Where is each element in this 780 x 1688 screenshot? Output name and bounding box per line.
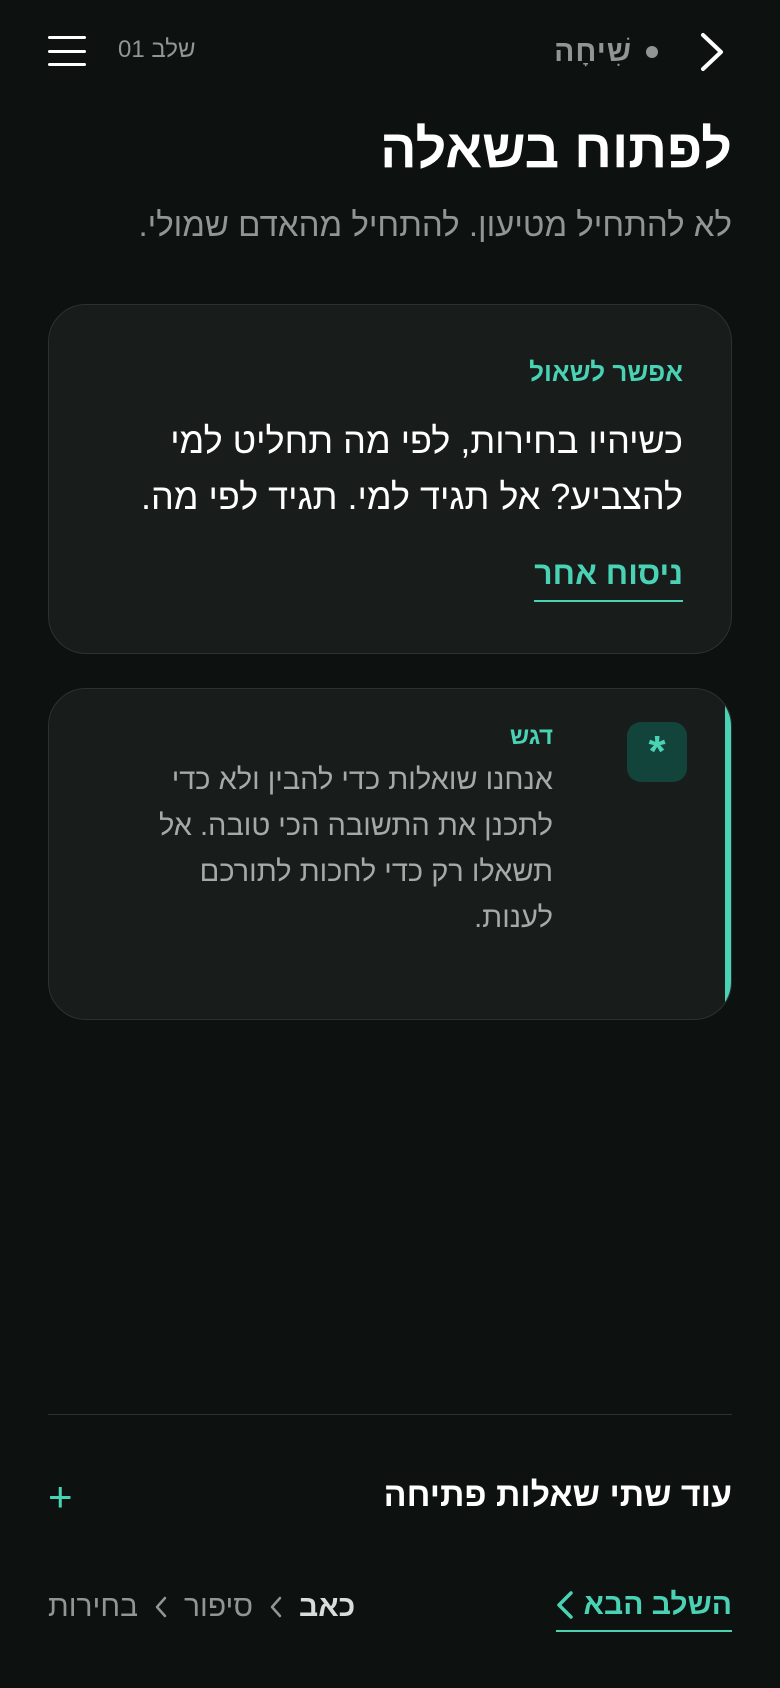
more-questions-label: עוד שתי שאלות פתיחה: [383, 1476, 732, 1514]
chevron-left-icon: [155, 1596, 167, 1618]
app-logo: שִׁיחָה: [554, 34, 658, 70]
page-title: לפתוח בשאלה: [380, 119, 732, 179]
chevron-left-icon: [556, 1591, 573, 1619]
divider: [48, 1414, 732, 1415]
back-button[interactable]: [692, 30, 732, 74]
hamburger-icon-line: [48, 36, 86, 39]
emphasis-text: אנחנו שואלות כדי להבין ולא כדי לתכנן את …: [158, 764, 553, 934]
alternative-phrasing-link[interactable]: ניסוח אחר: [534, 555, 683, 602]
breadcrumb: כאב סיפור בחירות: [48, 1590, 355, 1624]
step-indicator: שלב 01: [118, 36, 196, 63]
asterisk-icon: *: [627, 722, 687, 782]
question-text: כשיהיו בחירות, לפי מה תחליט למי להצביע? …: [140, 420, 683, 517]
next-step-button[interactable]: השלב הבא: [555, 1588, 732, 1632]
hamburger-icon-line: [48, 49, 86, 53]
page-subtitle: לא להתחיל מטיעון. להתחיל מהאדם שמולי.: [138, 206, 732, 243]
question-card: אפשר לשאול כשיהיו בחירות, לפי מה תחליט ל…: [48, 304, 732, 654]
menu-button[interactable]: [48, 36, 86, 66]
breadcrumb-item[interactable]: בחירות: [48, 1590, 138, 1624]
plus-icon: +: [48, 1473, 73, 1520]
chevron-left-icon: [270, 1596, 282, 1618]
more-questions-toggle[interactable]: עוד שתי שאלות פתיחה +: [48, 1472, 732, 1522]
emphasis-card: * דגש אנחנו שואלות כדי להבין ולא כדי לתכ…: [48, 688, 732, 1020]
app-screen: שִׁיחָה שלב 01 לפתוח בשאלה לא להתחיל מטי…: [0, 0, 780, 1688]
emphasis-label: דגש: [509, 723, 553, 750]
emphasis-accent-bar: [725, 689, 731, 1019]
question-card-label: אפשר לשאול: [529, 357, 683, 387]
breadcrumb-item[interactable]: סיפור: [184, 1590, 253, 1624]
breadcrumb-item-current[interactable]: כאב: [299, 1590, 355, 1624]
top-bar: שִׁיחָה שלב 01: [48, 28, 732, 76]
logo-wordmark: שִׁיחָה: [554, 35, 632, 68]
chevron-right-icon: [701, 33, 723, 71]
logo-dot: [646, 46, 658, 58]
hamburger-icon-line: [48, 63, 86, 66]
next-step-label: השלב הבא: [583, 1588, 732, 1621]
